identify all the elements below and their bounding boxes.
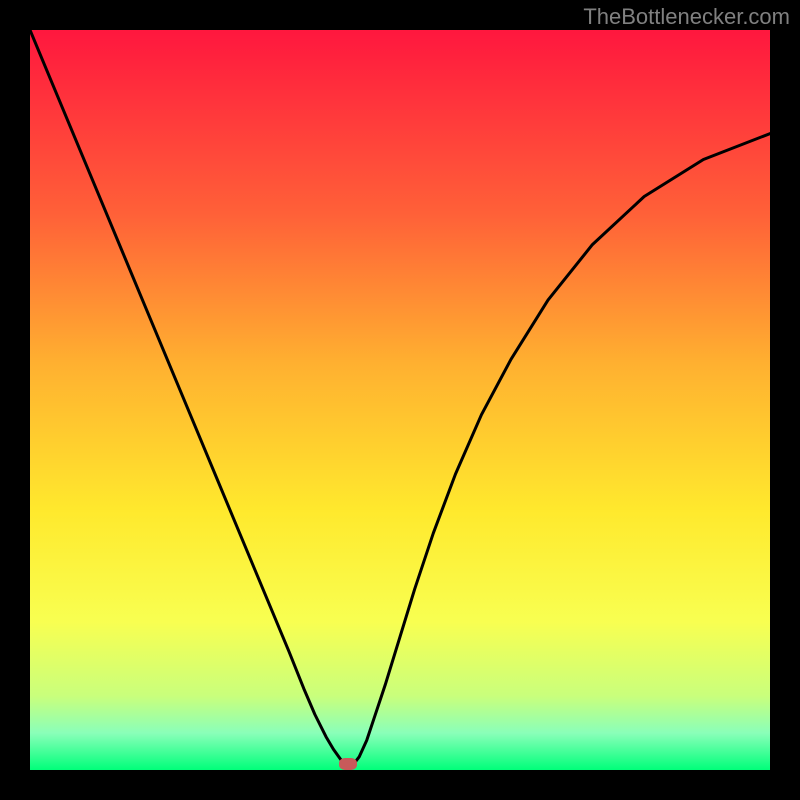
outer-frame: TheBottlenecker.com: [0, 0, 800, 800]
bottleneck-curve: [30, 30, 770, 766]
curve-svg: [30, 30, 770, 770]
optimum-marker: [339, 758, 357, 770]
plot-area: [30, 30, 770, 770]
watermark-text: TheBottlenecker.com: [583, 4, 790, 30]
